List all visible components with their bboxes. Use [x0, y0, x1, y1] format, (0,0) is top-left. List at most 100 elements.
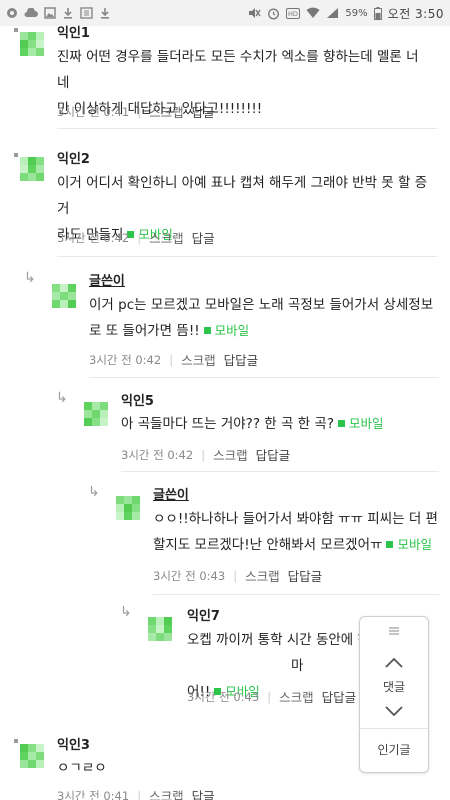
scrap-button[interactable]: 스크랩 [213, 445, 248, 464]
comment-author[interactable]: 글쓴이 [89, 270, 125, 289]
avatar [20, 32, 44, 56]
mobile-label: 모바일 [214, 323, 250, 338]
comment-author[interactable]: 익인3 [57, 734, 90, 753]
avatar-pixel [148, 633, 156, 641]
avatar-pixel [116, 496, 124, 504]
avatar-pixel [68, 300, 76, 308]
nav-divider [359, 728, 429, 729]
divider [57, 128, 437, 129]
menu-icon[interactable] [388, 627, 400, 635]
reply-button[interactable]: 답글 [192, 786, 215, 800]
popular-posts-button[interactable]: 인기글 [377, 741, 410, 758]
mobile-icon [203, 327, 211, 334]
comment-author[interactable]: 글쓴이 [153, 484, 189, 503]
comment-time: 3시간 전 0:43 [153, 568, 226, 583]
avatar-pixel [148, 617, 156, 625]
comment-meta: 3시간 전 0:42 | 스크랩 답답글 [89, 350, 258, 369]
reply-arrow-icon: ↳ [88, 484, 100, 500]
scrap-button[interactable]: 스크랩 [149, 228, 184, 247]
download-icon [62, 7, 74, 19]
bullet-dot [14, 153, 18, 157]
reply-button[interactable]: 답글 [192, 228, 215, 247]
avatar [20, 157, 44, 181]
scrap-button[interactable]: 스크랩 [149, 786, 184, 800]
mobile-icon [338, 420, 345, 427]
avatar-pixel [156, 633, 164, 641]
avatar-pixel [148, 625, 156, 633]
avatar-pixel [28, 165, 36, 173]
avatar-pixel [116, 512, 124, 520]
avatar-pixel [60, 284, 68, 292]
reply-button[interactable]: 답글 [192, 102, 215, 121]
avatar-pixel [60, 300, 68, 308]
floating-nav: 댓글 인기글 [359, 616, 429, 773]
bullet-dot [14, 28, 18, 32]
avatar-pixel [92, 418, 100, 426]
avatar-pixel [28, 40, 36, 48]
avatar-pixel [36, 157, 44, 165]
avatar-pixel [20, 752, 28, 760]
comment-body: ㅇㅇ!!하나하나 들어가서 봐야함 ㅠㅠ 피씨는 더 편 할지도 모르겠다!난 … [153, 506, 445, 558]
comment-author[interactable]: 익인2 [57, 148, 90, 167]
mobile-icon [386, 541, 394, 548]
scrap-button[interactable]: 스크랩 [181, 350, 216, 369]
battery-percent: 59% [345, 7, 368, 19]
reply-button[interactable]: 답답글 [224, 350, 259, 369]
scrap-button[interactable]: 스크랩 [245, 566, 280, 585]
avatar-pixel [132, 496, 140, 504]
scroll-down-icon[interactable] [385, 701, 403, 720]
signal-icon [326, 7, 339, 19]
reply-button[interactable]: 답답글 [322, 687, 357, 706]
comment-meta: 3시간 전 0:43 | 스크랩 답답글 [187, 687, 356, 706]
download-icon-2 [99, 7, 111, 19]
avatar-pixel [36, 173, 44, 181]
comment-author[interactable]: 익인7 [187, 605, 220, 624]
comment-meta: 3시간 전 0:42 | 스크랩 답답글 [121, 445, 290, 464]
comment-line: 할지도 모르겠다!난 안해봐서 모르겠어ㅠ [153, 537, 383, 553]
comment-author[interactable]: 익인1 [57, 22, 90, 41]
divider [153, 594, 439, 595]
reply-button[interactable]: 답답글 [288, 566, 323, 585]
divider [89, 377, 439, 378]
avatar-pixel [156, 625, 164, 633]
comments-nav-label[interactable]: 댓글 [383, 678, 405, 695]
avatar-pixel [36, 165, 44, 173]
comment-body: ㅇㄱㄹㅇ [57, 755, 337, 781]
comment-body: 아 곡들마다 뜨는 거야?? 한 곡 한 곡? 모바일 [121, 411, 441, 437]
reply-arrow-icon: ↳ [56, 390, 68, 406]
avatar-pixel [92, 402, 100, 410]
mobile-label: 모바일 [349, 416, 384, 431]
avatar-pixel [68, 284, 76, 292]
avatar-pixel [20, 744, 28, 752]
avatar-pixel [164, 633, 172, 641]
reply-arrow-icon: ↳ [120, 604, 132, 620]
avatar-pixel [164, 617, 172, 625]
comment-line: 이거 pc는 모르겠고 모바일은 노래 곡정보 들어가서 상세정보 [89, 297, 434, 313]
scroll-up-icon[interactable] [385, 653, 403, 672]
comment-meta: 3시간 전 0:42 | 스크랩 답글 [57, 228, 215, 247]
battery-icon [373, 6, 382, 20]
avatar-pixel [132, 504, 140, 512]
avatar-pixel [60, 292, 68, 300]
avatar-pixel [28, 48, 36, 56]
reply-button[interactable]: 답답글 [256, 445, 291, 464]
avatar [20, 744, 44, 768]
avatar-pixel [36, 760, 44, 768]
avatar-pixel [124, 496, 132, 504]
avatar-pixel [20, 173, 28, 181]
avatar-pixel [20, 760, 28, 768]
bullet-dot [14, 739, 18, 743]
comment-line: ㅇㄱㄹㅇ [57, 760, 107, 776]
avatar [52, 284, 76, 308]
comment-meta: 3시간 전 0:41 | 스크랩 답글 [57, 102, 215, 121]
cloud-icon [24, 8, 38, 18]
comment-time: 3시간 전 0:41 [57, 104, 130, 119]
avatar-pixel [52, 284, 60, 292]
comment-author[interactable]: 익인5 [121, 390, 154, 409]
avatar-pixel [84, 410, 92, 418]
app-icon [80, 7, 93, 19]
avatar-pixel [116, 504, 124, 512]
scrap-button[interactable]: 스크랩 [149, 102, 184, 121]
comment-time: 3시간 전 0:42 [121, 447, 194, 462]
scrap-button[interactable]: 스크랩 [279, 687, 314, 706]
